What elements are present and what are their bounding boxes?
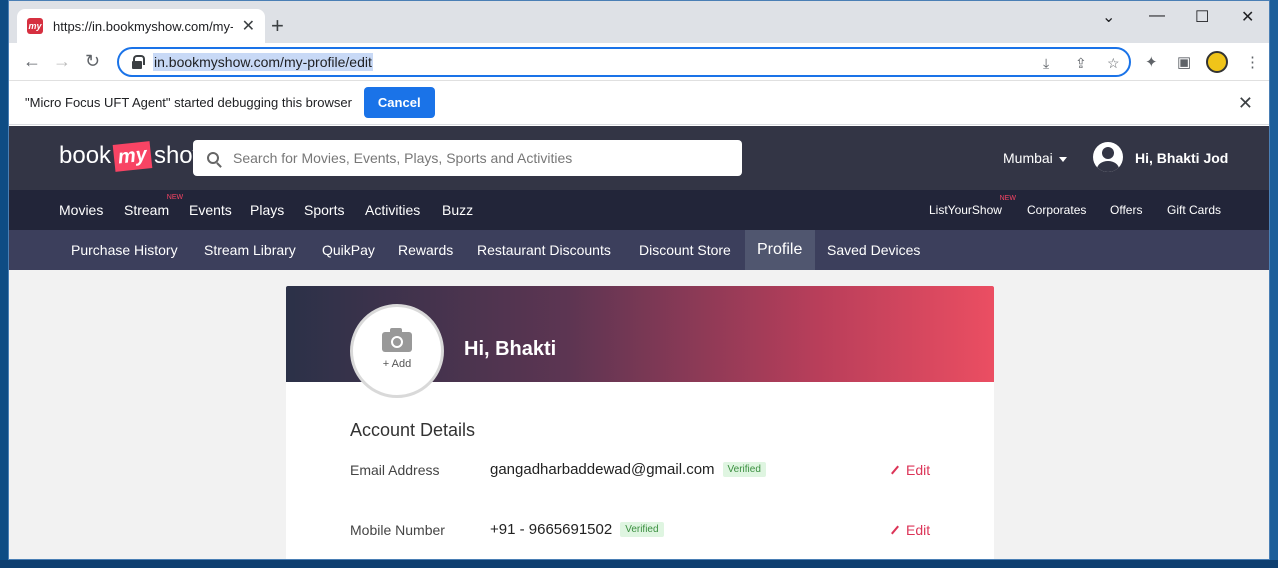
profile-card: + Add Hi, Bhakti Account Details Email A… bbox=[286, 286, 994, 559]
new-badge: NEW bbox=[166, 194, 184, 201]
subnav-rewards[interactable]: Rewards bbox=[386, 230, 465, 270]
browser-tab[interactable]: my https://in.bookmyshow.com/my- ✕ bbox=[17, 9, 265, 43]
subnav-stream-library[interactable]: Stream Library bbox=[192, 230, 308, 270]
subnav-purchase-history[interactable]: Purchase History bbox=[59, 230, 190, 270]
cancel-debugging-button[interactable]: Cancel bbox=[363, 87, 435, 118]
browser-toolbar: ← → ↻ in.bookmyshow.com/my-profile/edit … bbox=[9, 43, 1269, 81]
desktop-right-edge bbox=[1270, 0, 1278, 568]
city-selector[interactable]: Mumbai bbox=[1003, 150, 1067, 166]
desktop-left-edge bbox=[0, 0, 8, 568]
tab-search-chevron-icon[interactable]: ⌄ bbox=[1102, 7, 1115, 27]
nav-gift-cards[interactable]: Gift Cards bbox=[1167, 203, 1221, 217]
mobile-verified-badge: Verified bbox=[620, 522, 664, 537]
edit-email-label: Edit bbox=[906, 462, 931, 478]
nav-offers[interactable]: Offers bbox=[1110, 203, 1142, 217]
logo-book: book bbox=[59, 142, 112, 169]
edit-mobile-button[interactable]: Edit bbox=[890, 522, 930, 538]
mobile-label: Mobile Number bbox=[350, 522, 445, 538]
tab-title: https://in.bookmyshow.com/my- bbox=[53, 18, 233, 34]
extensions-puzzle-icon[interactable]: ✦ bbox=[1145, 53, 1158, 71]
city-name: Mumbai bbox=[1003, 150, 1053, 166]
caret-down-icon bbox=[1058, 156, 1067, 162]
logo-my: my bbox=[112, 140, 153, 172]
user-avatar-icon[interactable] bbox=[1093, 142, 1123, 172]
mobile-text: +91 - 9665691502 bbox=[490, 521, 613, 538]
tab-close-icon[interactable]: ✕ bbox=[242, 16, 255, 36]
nav-stream-label: Stream bbox=[124, 202, 170, 218]
new-tab-button[interactable]: + bbox=[271, 15, 284, 37]
subnav-quikpay[interactable]: QuikPay bbox=[310, 230, 387, 270]
browser-window: my https://in.bookmyshow.com/my- ✕ + ⌄ —… bbox=[8, 0, 1270, 560]
forward-arrow-icon[interactable]: → bbox=[53, 51, 71, 72]
user-greeting[interactable]: Hi, Bhakti Jod bbox=[1135, 150, 1228, 166]
nav-corporates[interactable]: Corporates bbox=[1027, 203, 1086, 217]
url-text[interactable]: in.bookmyshow.com/my-profile/edit bbox=[153, 53, 373, 71]
lock-icon[interactable] bbox=[131, 55, 145, 69]
chrome-profile-avatar[interactable] bbox=[1206, 51, 1228, 73]
close-window-button[interactable]: ✕ bbox=[1241, 7, 1254, 27]
nav-stream[interactable]: Stream NEW bbox=[124, 194, 183, 218]
edit-email-button[interactable]: Edit bbox=[890, 462, 930, 478]
subnav-profile[interactable]: Profile bbox=[745, 230, 815, 270]
page-content: + Add Hi, Bhakti Account Details Email A… bbox=[9, 270, 1269, 559]
debugging-infobar: "Micro Focus UFT Agent" started debuggin… bbox=[9, 81, 1269, 125]
nav-sports[interactable]: Sports bbox=[304, 202, 344, 218]
search-icon bbox=[207, 152, 219, 164]
subnav-discount-store[interactable]: Discount Store bbox=[627, 230, 743, 270]
back-arrow-icon[interactable]: ← bbox=[23, 51, 41, 72]
pencil-icon bbox=[891, 525, 899, 535]
bookmyshow-logo[interactable]: book my show bbox=[59, 140, 210, 172]
search-placeholder: Search for Movies, Events, Plays, Sports… bbox=[233, 150, 573, 166]
tab-strip: my https://in.bookmyshow.com/my- ✕ + ⌄ —… bbox=[9, 1, 1269, 43]
account-details-title: Account Details bbox=[350, 420, 476, 440]
main-nav: Movies Stream NEW Events Plays Sports Act… bbox=[9, 190, 1269, 230]
site-search-input[interactable]: Search for Movies, Events, Plays, Sports… bbox=[193, 140, 742, 176]
infobar-close-icon[interactable]: ✕ bbox=[1238, 93, 1253, 114]
nav-listyourshow-label: ListYourShow bbox=[929, 203, 1002, 217]
reload-icon[interactable]: ↻ bbox=[85, 51, 100, 72]
profile-greeting: Hi, Bhakti bbox=[464, 338, 557, 360]
minimize-button[interactable]: — bbox=[1149, 7, 1165, 25]
subnav-restaurant-discounts[interactable]: Restaurant Discounts bbox=[465, 230, 623, 270]
nav-movies[interactable]: Movies bbox=[59, 202, 103, 218]
add-photo-label: + Add bbox=[382, 358, 412, 370]
email-label: Email Address bbox=[350, 462, 440, 478]
email-text: gangadharbaddewad@gmail.com bbox=[490, 461, 715, 478]
nav-activities[interactable]: Activities bbox=[365, 202, 420, 218]
address-bar[interactable]: in.bookmyshow.com/my-profile/edit ⤓ ⇪ ☆ bbox=[117, 47, 1131, 77]
side-panel-icon[interactable]: ▣ bbox=[1177, 53, 1191, 71]
share-icon[interactable]: ⇪ bbox=[1075, 55, 1087, 72]
infobar-message: "Micro Focus UFT Agent" started debuggin… bbox=[25, 95, 352, 110]
nav-events[interactable]: Events bbox=[189, 202, 232, 218]
edit-mobile-label: Edit bbox=[906, 522, 931, 538]
pencil-icon bbox=[891, 465, 899, 475]
email-value: gangadharbaddewad@gmail.com Verified bbox=[490, 461, 766, 478]
email-verified-badge: Verified bbox=[722, 462, 766, 477]
desktop-bottom-edge bbox=[0, 560, 1278, 568]
nav-plays[interactable]: Plays bbox=[250, 202, 284, 218]
subnav-saved-devices[interactable]: Saved Devices bbox=[815, 230, 932, 270]
menu-kebab-icon[interactable]: ⋮ bbox=[1245, 53, 1260, 71]
add-photo-button[interactable]: + Add bbox=[350, 304, 444, 398]
bookmyshow-favicon-icon: my bbox=[27, 18, 43, 34]
install-icon[interactable]: ⤓ bbox=[1043, 55, 1049, 72]
nav-listyourshow[interactable]: ListYourShow NEW bbox=[929, 195, 1016, 217]
mobile-value: +91 - 9665691502 Verified bbox=[490, 521, 664, 538]
camera-icon bbox=[382, 328, 412, 352]
site-header: book my show Search for Movies, Events, … bbox=[9, 126, 1269, 190]
bookmark-star-icon[interactable]: ☆ bbox=[1107, 55, 1120, 72]
nav-buzz[interactable]: Buzz bbox=[442, 202, 473, 218]
new-badge: NEW bbox=[999, 195, 1016, 202]
maximize-button[interactable]: ☐ bbox=[1195, 7, 1209, 27]
profile-sub-nav: Purchase History Stream Library QuikPay … bbox=[9, 230, 1269, 270]
